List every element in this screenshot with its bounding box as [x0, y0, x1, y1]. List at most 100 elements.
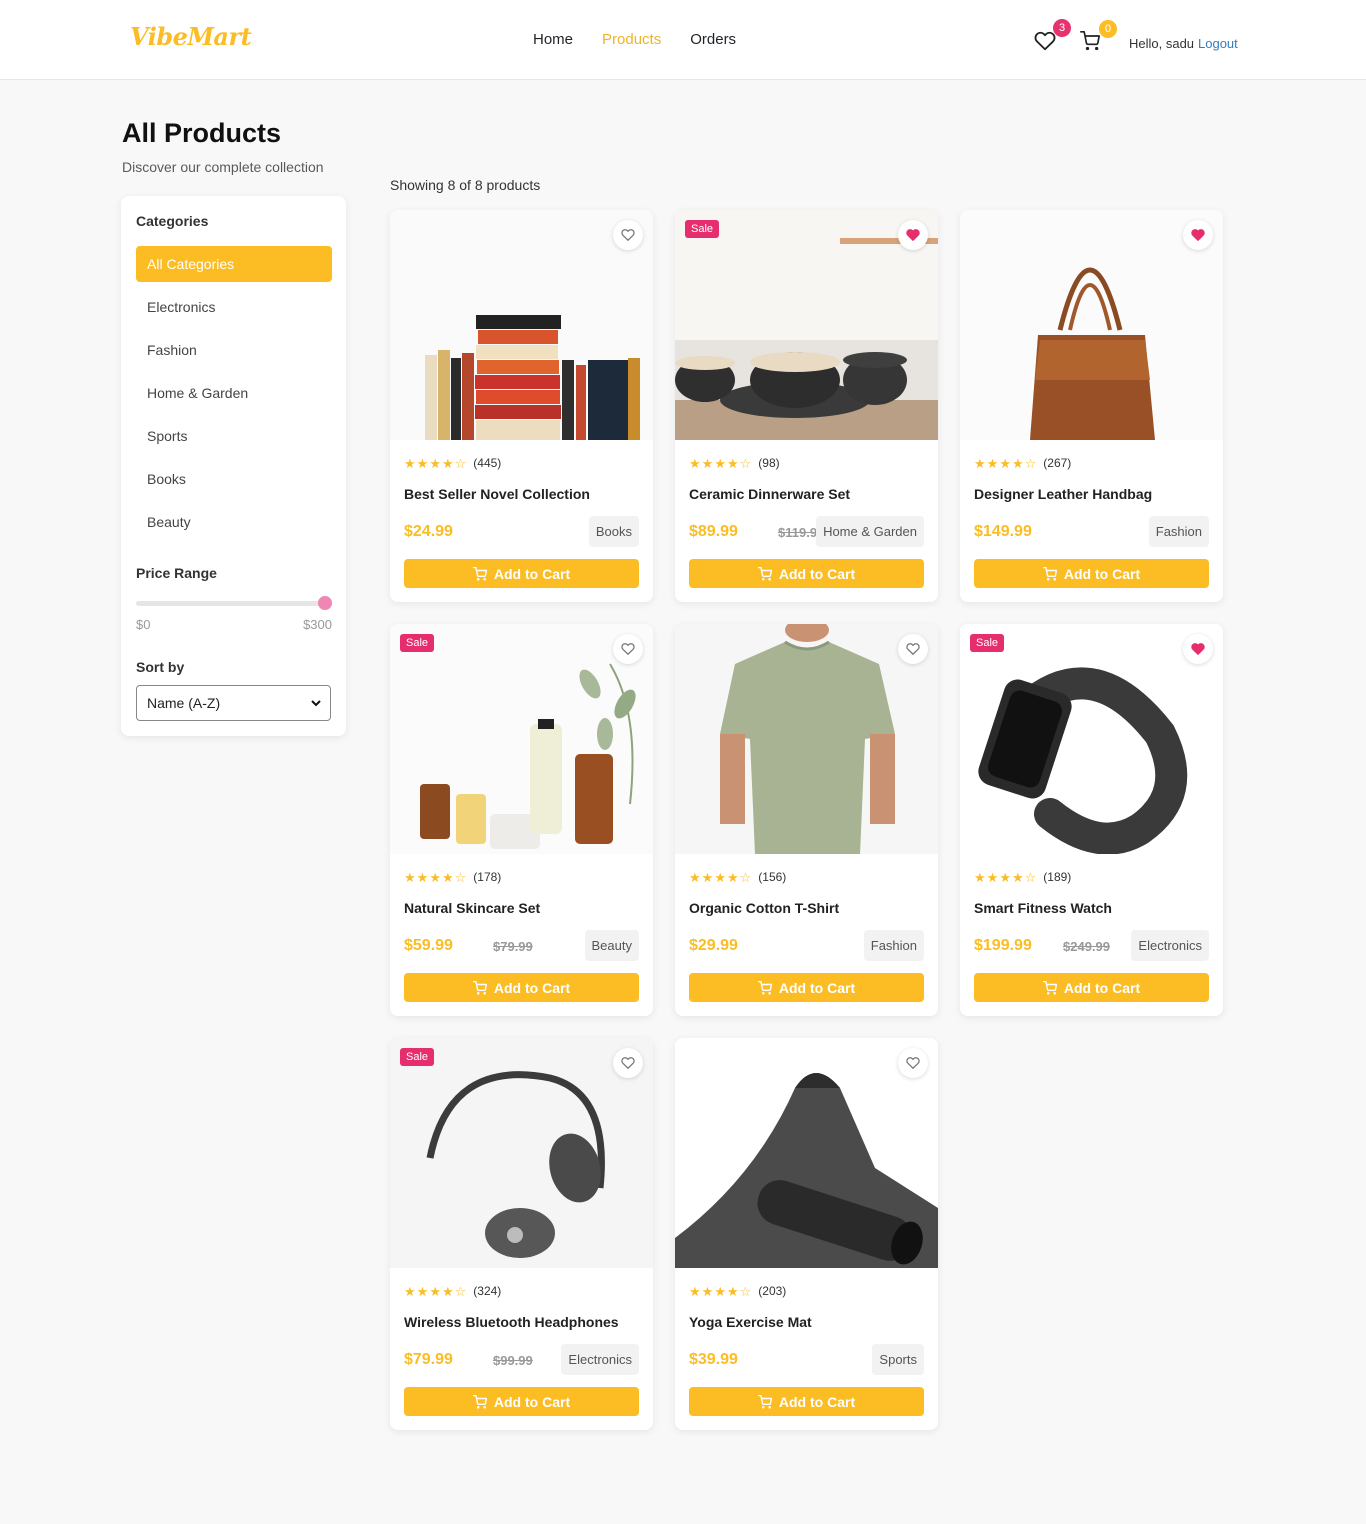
star-filled-icon: ★ — [404, 455, 416, 471]
add-to-cart-button[interactable]: Add to Cart — [689, 1387, 924, 1416]
product-original-price: $99.99 — [493, 1353, 533, 1368]
product-card[interactable]: ★ ★ ★ ★ ☆ (445) Best Seller Novel Collection $2… — [390, 210, 653, 602]
category-beauty[interactable]: Beauty — [136, 504, 332, 540]
product-card[interactable]: Sale ★ ★ ★ ★ ☆ (189) Smart Fitness Watch $199.99… — [960, 624, 1223, 1016]
cart-icon — [1042, 980, 1057, 995]
star-filled-icon: ★ — [726, 455, 739, 471]
product-category-tag: Sports — [872, 1344, 924, 1375]
wishlist-toggle-button[interactable] — [898, 634, 928, 664]
product-name[interactable]: Wireless Bluetooth Headphones — [404, 1314, 619, 1330]
wishlist-toggle-button[interactable] — [613, 220, 643, 250]
product-category-tag: Fashion — [1148, 516, 1209, 547]
cart-button[interactable]: 0 — [1080, 20, 1117, 55]
product-price: $24.99 — [404, 523, 453, 540]
nav-orders[interactable]: Orders — [690, 31, 736, 48]
star-filled-icon: ★ — [429, 455, 441, 471]
wishlist-toggle-button[interactable] — [613, 634, 643, 664]
product-image[interactable] — [675, 210, 938, 440]
add-to-cart-button[interactable]: Add to Cart — [404, 1387, 639, 1416]
sort-heading: Sort by — [136, 659, 185, 675]
rating-count: (98) — [758, 456, 780, 470]
sale-badge: Sale — [400, 1048, 435, 1066]
heart-icon — [621, 1057, 635, 1070]
wishlist-toggle-button[interactable] — [898, 220, 928, 250]
wishlist-toggle-button[interactable] — [1183, 634, 1213, 664]
categories-heading: Categories — [136, 213, 209, 229]
star-empty-icon: ☆ — [1024, 455, 1037, 471]
nav-products[interactable]: Products — [602, 31, 661, 48]
logout-link[interactable]: Logout — [1198, 36, 1238, 51]
product-category-tag: Electronics — [561, 1344, 639, 1375]
star-filled-icon: ★ — [726, 1283, 739, 1299]
star-filled-icon: ★ — [1011, 455, 1024, 471]
heart-icon — [906, 643, 920, 656]
add-to-cart-button[interactable]: Add to Cart — [974, 559, 1209, 588]
category-electronics[interactable]: Electronics — [136, 289, 332, 325]
sort-select[interactable]: Name (A-Z) — [136, 685, 331, 721]
cart-icon — [757, 980, 772, 995]
wishlist-toggle-button[interactable] — [613, 1048, 643, 1078]
price-range-track[interactable] — [136, 601, 326, 606]
product-image[interactable] — [390, 1038, 653, 1268]
cart-icon — [757, 566, 772, 581]
product-card[interactable]: ★ ★ ★ ★ ☆ (203) Yoga Exercise Mat $39.99 Sports A… — [675, 1038, 938, 1430]
product-image[interactable] — [390, 624, 653, 854]
star-filled-icon: ★ — [404, 869, 416, 885]
nav-home[interactable]: Home — [533, 31, 573, 48]
logo[interactable]: VibeMart — [130, 22, 252, 51]
product-card[interactable]: ★ ★ ★ ★ ☆ (156) Organic Cotton T-Shirt $29.99 Fa… — [675, 624, 938, 1016]
star-filled-icon: ★ — [986, 455, 999, 471]
product-rating: ★ ★ ★ ★ ☆ (98) — [689, 456, 780, 470]
product-image[interactable] — [390, 210, 653, 440]
product-name[interactable]: Organic Cotton T-Shirt — [689, 900, 839, 916]
product-category-tag: Books — [588, 516, 639, 547]
product-name[interactable]: Ceramic Dinnerware Set — [689, 486, 850, 502]
product-card[interactable]: Sale ★ ★ ★ ★ ☆ (178) Natural Skincare Set $59.99… — [390, 624, 653, 1016]
price-range-heading: Price Range — [136, 565, 217, 581]
category-sports[interactable]: Sports — [136, 418, 332, 454]
add-to-cart-button[interactable]: Add to Cart — [689, 559, 924, 588]
category-home-garden[interactable]: Home & Garden — [136, 375, 332, 411]
product-name[interactable]: Yoga Exercise Mat — [689, 1314, 812, 1330]
product-image[interactable] — [675, 624, 938, 854]
category-fashion[interactable]: Fashion — [136, 332, 332, 368]
category-all[interactable]: All Categories — [136, 246, 332, 282]
star-filled-icon: ★ — [429, 1283, 441, 1299]
add-to-cart-button[interactable]: Add to Cart — [689, 973, 924, 1002]
wishlist-button[interactable]: 3 — [1034, 19, 1071, 54]
wishlist-count-badge: 3 — [1053, 19, 1071, 37]
sort-select-value: Name (A-Z) — [147, 695, 221, 711]
product-card[interactable]: ★ ★ ★ ★ ☆ (267) Designer Leather Handbag $149.9… — [960, 210, 1223, 602]
results-count: Showing 8 of 8 products — [390, 177, 541, 193]
price-range-slider-thumb[interactable] — [318, 596, 332, 610]
product-image[interactable] — [960, 624, 1223, 854]
add-to-cart-label: Add to Cart — [778, 565, 856, 582]
product-name[interactable]: Designer Leather Handbag — [974, 486, 1152, 502]
star-filled-icon: ★ — [441, 1283, 454, 1299]
wishlist-toggle-button[interactable] — [898, 1048, 928, 1078]
star-filled-icon: ★ — [999, 869, 1011, 885]
product-card[interactable]: Sale ★ ★ ★ ★ ☆ (98) Ceramic Dinnerware Set $89.9… — [675, 210, 938, 602]
add-to-cart-label: Add to Cart — [493, 1393, 571, 1410]
product-name[interactable]: Smart Fitness Watch — [974, 900, 1112, 916]
heart-icon — [621, 229, 635, 242]
product-name[interactable]: Natural Skincare Set — [404, 900, 540, 916]
product-category-tag: Home & Garden — [816, 516, 924, 547]
page-title: All Products — [122, 118, 282, 148]
wishlist-toggle-button[interactable] — [1183, 220, 1213, 250]
star-filled-icon: ★ — [689, 1283, 701, 1299]
add-to-cart-button[interactable]: Add to Cart — [974, 973, 1209, 1002]
product-image[interactable] — [960, 210, 1223, 440]
product-rating: ★ ★ ★ ★ ☆ (324) — [404, 1284, 501, 1298]
add-to-cart-button[interactable]: Add to Cart — [404, 973, 639, 1002]
product-price: $79.99 — [404, 1351, 453, 1368]
rating-count: (203) — [758, 1284, 787, 1298]
product-price: $59.99 — [404, 937, 453, 954]
rating-count: (156) — [758, 870, 787, 884]
add-to-cart-button[interactable]: Add to Cart — [404, 559, 639, 588]
product-card[interactable]: Sale ★ ★ ★ ★ ☆ (324) Wireless Bluetooth Headpho… — [390, 1038, 653, 1430]
product-name[interactable]: Best Seller Novel Collection — [404, 486, 590, 502]
cart-icon — [757, 1394, 772, 1409]
product-image[interactable] — [675, 1038, 938, 1268]
category-books[interactable]: Books — [136, 461, 332, 497]
